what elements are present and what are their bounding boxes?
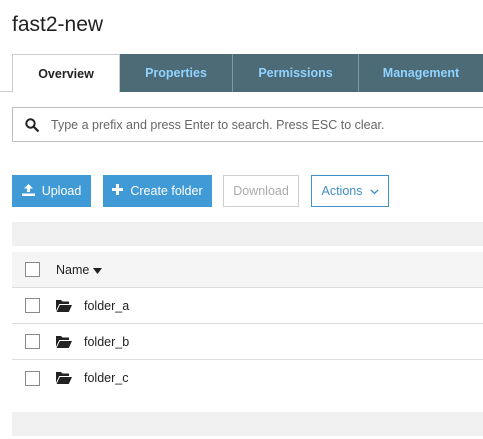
tab-properties[interactable]: Properties <box>120 54 233 92</box>
tab-management[interactable]: Management <box>359 54 483 92</box>
chevron-down-icon <box>370 184 379 198</box>
folder-open-icon <box>56 299 72 312</box>
folder-name[interactable]: folder_a <box>84 299 129 313</box>
sort-down-icon <box>93 263 103 277</box>
download-label: Download <box>233 184 289 198</box>
upload-button[interactable]: Upload <box>12 175 91 207</box>
upload-icon <box>21 183 35 199</box>
table-header: Name <box>12 252 483 288</box>
create-folder-button[interactable]: Create folder <box>103 175 212 207</box>
row-checkbox[interactable] <box>25 298 40 313</box>
search-icon <box>13 117 51 132</box>
tab-bar: Overview Properties Permissions Manageme… <box>0 54 483 93</box>
name-header-label: Name <box>56 262 90 277</box>
table-row[interactable]: folder_c <box>12 360 483 396</box>
table-toolbar-band <box>12 222 483 246</box>
folder-name[interactable]: folder_b <box>84 335 129 349</box>
download-button[interactable]: Download <box>223 175 299 207</box>
actions-label: Actions <box>321 184 363 198</box>
tab-permissions[interactable]: Permissions <box>233 54 359 92</box>
table-row[interactable]: folder_b <box>12 324 483 360</box>
table-row[interactable]: folder_a <box>12 288 483 324</box>
select-all-checkbox[interactable] <box>25 262 40 277</box>
row-checkbox[interactable] <box>25 334 40 349</box>
search-box <box>12 107 483 142</box>
page-title: fast2-new <box>12 13 104 36</box>
actions-dropdown[interactable]: Actions <box>311 175 389 207</box>
tab-overview[interactable]: Overview <box>12 54 120 93</box>
create-folder-label: Create folder <box>130 184 203 198</box>
folder-name[interactable]: folder_c <box>84 371 128 385</box>
folder-open-icon <box>56 335 72 348</box>
row-checkbox[interactable] <box>25 370 40 386</box>
folder-open-icon <box>56 372 72 384</box>
plus-icon <box>112 184 124 198</box>
search-input[interactable] <box>51 117 483 132</box>
name-column-header[interactable]: Name <box>56 262 103 277</box>
upload-label: Upload <box>41 184 82 198</box>
table-footer-band <box>12 412 483 436</box>
